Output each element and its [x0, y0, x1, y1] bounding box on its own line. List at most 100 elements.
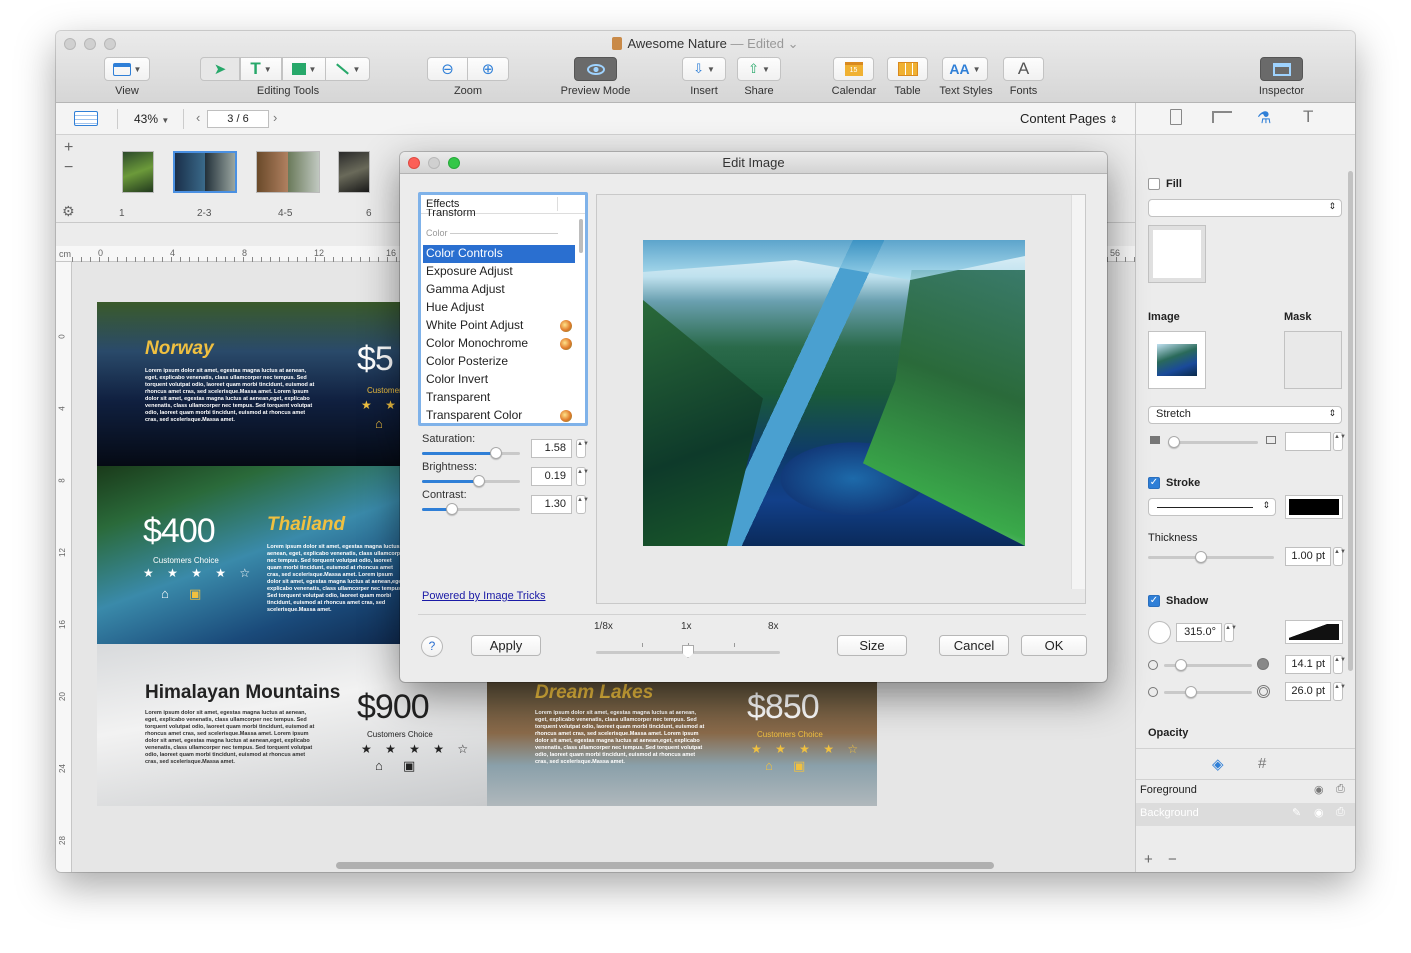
image-scale-popup[interactable]: Stretch ⇕ [1148, 406, 1342, 424]
effect-item[interactable]: Hue Adjust [423, 299, 575, 317]
page-sidebar-toggle-icon[interactable] [74, 111, 98, 126]
contrast-stepper[interactable]: ▲▼ [576, 495, 589, 514]
line-tool-button[interactable]: ▼ [326, 57, 370, 81]
apply-button[interactable]: Apply [471, 635, 541, 656]
image-well[interactable] [1148, 331, 1206, 389]
layout-tab-icon[interactable] [1212, 111, 1232, 123]
shadow-checkbox[interactable]: ✓ [1148, 595, 1160, 607]
page-thumbnail-4-5[interactable] [256, 151, 320, 193]
content-pages-popup[interactable]: Content Pages ⇕ [1020, 111, 1118, 126]
brightness-knob[interactable] [472, 475, 485, 487]
thickness-field[interactable]: 1.00 pt [1285, 547, 1331, 566]
eye-icon[interactable]: ◉ [1314, 783, 1324, 796]
effects-list[interactable]: Effects Transform Color Color Controls Ex… [418, 192, 588, 426]
saturation-stepper[interactable]: ▲▼ [576, 439, 589, 458]
add-layer-button[interactable]: + [1144, 851, 1153, 868]
previous-page-button[interactable]: ‹ [196, 110, 200, 125]
preview-zoom-knob[interactable] [682, 645, 694, 658]
contrast-slider[interactable] [422, 508, 520, 511]
view-button[interactable]: ▼ [104, 57, 150, 81]
cancel-button[interactable]: Cancel [939, 635, 1009, 656]
shape-tool-button[interactable]: ▼ [282, 57, 326, 81]
page-number-field[interactable]: 3 / 6 [207, 110, 269, 128]
contrast-field[interactable]: 1.30 [531, 495, 572, 514]
thickness-stepper[interactable]: ▲▼ [1333, 547, 1346, 566]
shadow-offset-stepper[interactable]: ▲▼ [1333, 655, 1346, 674]
stroke-style-popup[interactable]: ⇕ [1148, 498, 1276, 516]
inspector-scrollbar[interactable] [1348, 171, 1353, 671]
effect-item[interactable]: Transparent Color [423, 407, 575, 423]
calendar-button[interactable]: 15 [833, 57, 874, 81]
powered-by-link[interactable]: Powered by Image Tricks [422, 590, 546, 602]
gear-icon[interactable]: ⚙ [62, 203, 75, 220]
effect-item[interactable]: Color Controls [423, 245, 575, 263]
fill-type-popup[interactable]: ⇕ [1148, 199, 1342, 217]
layer-row-foreground[interactable]: Foreground ◉ ⎙ [1136, 780, 1355, 803]
size-button[interactable]: Size [837, 635, 907, 656]
layer-row-background[interactable]: Background ✎ ◉ ⎙ [1136, 803, 1355, 826]
shadow-angle-field[interactable]: 315.0° [1176, 623, 1222, 642]
effect-item[interactable]: White Point Adjust [423, 317, 575, 335]
printer-icon[interactable]: ⎙ [1336, 806, 1345, 819]
slider-knob[interactable] [1185, 686, 1197, 698]
select-tool-button[interactable]: ➤ [200, 57, 240, 81]
stroke-checkbox[interactable]: ✓ [1148, 477, 1160, 489]
ok-button[interactable]: OK [1021, 635, 1087, 656]
effect-item[interactable]: Color Posterize [423, 353, 575, 371]
effect-item[interactable]: Color Monochrome [423, 335, 575, 353]
shadow-angle-stepper[interactable]: ▲▼ [1224, 623, 1237, 642]
slider-knob[interactable] [1195, 551, 1207, 563]
remove-page-button[interactable]: − [64, 159, 73, 177]
grid-tab-icon[interactable]: # [1258, 755, 1266, 772]
share-button[interactable]: ⇧ ▼ [737, 57, 781, 81]
inspector-button[interactable] [1260, 57, 1303, 81]
page-thumbnail-1[interactable] [122, 151, 154, 193]
help-button[interactable]: ? [421, 636, 443, 657]
next-page-button[interactable]: › [273, 110, 277, 125]
image-opacity-slider[interactable] [1168, 441, 1258, 444]
remove-layer-button[interactable]: − [1168, 851, 1177, 868]
shadow-offset-field[interactable]: 14.1 pt [1285, 655, 1331, 674]
effects-scrollbar[interactable] [579, 219, 583, 253]
fill-color-well[interactable] [1148, 225, 1206, 283]
brightness-stepper[interactable]: ▲▼ [576, 467, 589, 486]
printer-icon[interactable]: ⎙ [1336, 783, 1345, 796]
document-tab-icon[interactable] [1170, 109, 1182, 125]
text-tab-icon[interactable]: T [1303, 107, 1313, 127]
effect-item[interactable]: Gamma Adjust [423, 281, 575, 299]
insert-button[interactable]: ⇩ ▼ [682, 57, 726, 81]
stroke-color-well[interactable] [1285, 495, 1343, 519]
horizontal-scrollbar[interactable] [336, 862, 994, 869]
mask-well[interactable] [1284, 331, 1342, 389]
shadow-angle-dial[interactable] [1148, 621, 1171, 644]
style-tab-icon[interactable]: ⚗ [1257, 108, 1271, 128]
slider-knob[interactable] [1175, 659, 1187, 671]
contrast-knob[interactable] [446, 503, 459, 515]
shadow-color-well[interactable] [1285, 620, 1343, 644]
preview-mode-button[interactable] [574, 57, 617, 81]
saturation-knob[interactable] [489, 447, 502, 459]
shadow-blur-slider[interactable] [1164, 691, 1252, 694]
text-styles-button[interactable]: AA ▼ [942, 57, 988, 81]
saturation-field[interactable]: 1.58 [531, 439, 572, 458]
text-tool-button[interactable]: T ▼ [240, 57, 282, 81]
effect-item[interactable]: Exposure Adjust [423, 263, 575, 281]
thickness-slider[interactable] [1148, 556, 1274, 559]
layers-tab-icon[interactable]: ◈ [1212, 755, 1224, 773]
fill-checkbox[interactable] [1148, 178, 1160, 190]
effect-item[interactable]: Transparent [423, 389, 575, 407]
brightness-slider[interactable] [422, 480, 520, 483]
pencil-icon[interactable]: ✎ [1292, 806, 1301, 819]
table-button[interactable] [887, 57, 928, 81]
page-thumbnail-2-3[interactable] [173, 151, 237, 193]
shadow-blur-field[interactable]: 26.0 pt [1285, 682, 1331, 701]
fonts-button[interactable]: A [1003, 57, 1044, 81]
zoom-level-popup[interactable]: 43% ▼ [134, 112, 169, 126]
effect-item[interactable]: Color Invert [423, 371, 575, 389]
saturation-slider[interactable] [422, 452, 520, 455]
slider-knob[interactable] [1168, 436, 1180, 448]
image-scale-field[interactable] [1285, 432, 1331, 451]
preview-vertical-scrollbar[interactable] [1071, 195, 1085, 589]
shadow-blur-stepper[interactable]: ▲▼ [1333, 682, 1346, 701]
zoom-out-button[interactable]: ⊖ [427, 57, 468, 81]
